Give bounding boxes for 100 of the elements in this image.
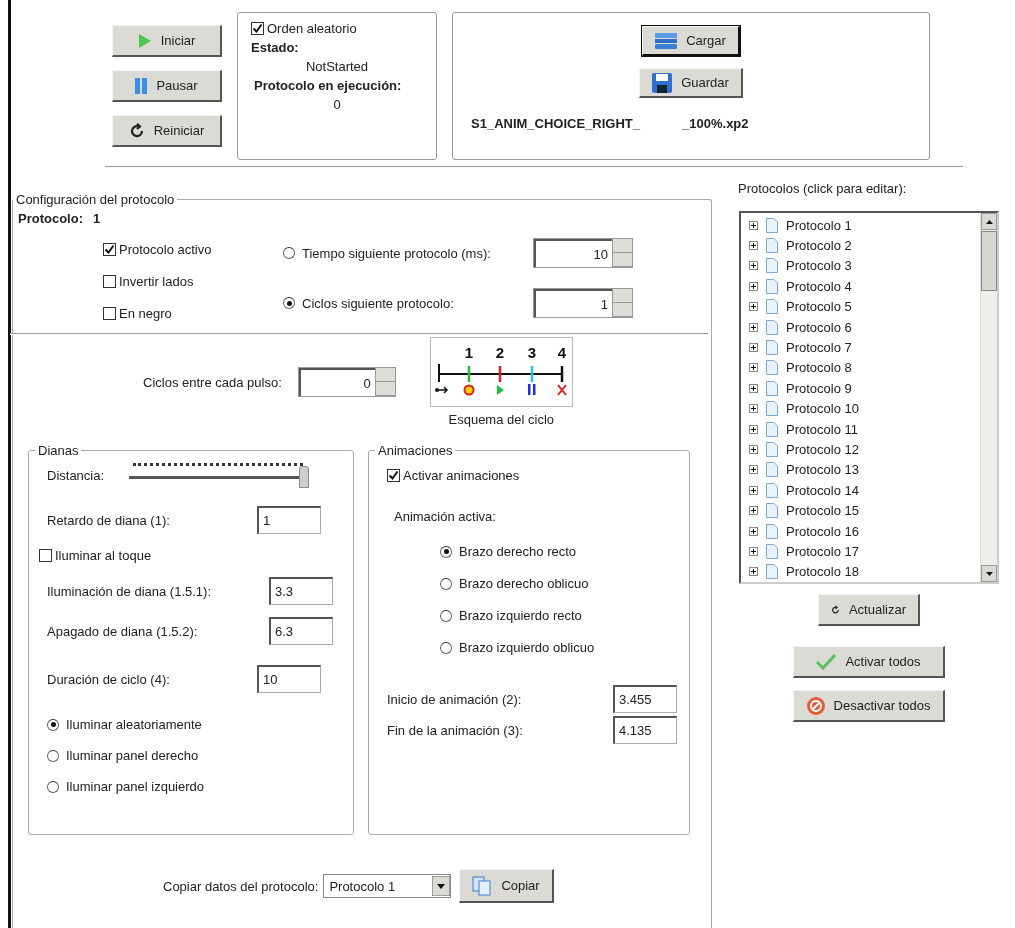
check-icon	[816, 653, 837, 670]
expand-icon[interactable]	[749, 567, 758, 577]
number-field[interactable]: 6.3	[269, 617, 333, 645]
tree-item[interactable]: Protocolo 15	[749, 500, 980, 521]
play-icon	[137, 32, 152, 49]
save-button[interactable]: Guardar	[639, 68, 743, 98]
checkbox[interactable]	[387, 469, 400, 482]
expand-icon[interactable]	[749, 526, 758, 536]
protocol-dropdown[interactable]: Protocolo 1	[323, 874, 452, 898]
radio-button[interactable]	[440, 609, 452, 622]
tree-item[interactable]: Protocolo 8	[749, 357, 980, 379]
scrollbar[interactable]	[980, 213, 997, 582]
number-field[interactable]: 3.3	[269, 577, 333, 605]
radio-button[interactable]	[440, 545, 452, 558]
radio-option[interactable]: Iluminar aleatoriamente	[47, 717, 353, 732]
load-button[interactable]: Cargar	[642, 26, 740, 56]
option-checkbox[interactable]: Invertir lados	[103, 274, 283, 289]
tree-item[interactable]: Protocolo 17	[749, 541, 980, 562]
scroll-up-button[interactable]	[981, 213, 997, 230]
tree-item[interactable]: Protocolo 16	[749, 520, 980, 542]
expand-icon[interactable]	[749, 485, 758, 495]
scroll-down-button[interactable]	[981, 565, 997, 582]
radio-option[interactable]: Brazo derecho recto	[440, 544, 689, 559]
document-icon	[766, 360, 778, 376]
expand-icon[interactable]	[749, 445, 758, 454]
document-icon	[766, 238, 778, 254]
expand-icon[interactable]	[749, 281, 758, 291]
pause-button[interactable]: Pausar	[112, 70, 222, 102]
radio-option[interactable]: Iluminar panel derecho	[47, 748, 353, 763]
radio-button[interactable]	[283, 297, 295, 309]
expand-icon[interactable]	[749, 546, 758, 556]
expand-icon[interactable]	[749, 424, 758, 434]
checkbox[interactable]	[103, 243, 116, 256]
tree-item[interactable]: Protocolo 4	[749, 276, 980, 297]
forbidden-icon	[806, 696, 825, 715]
radio-option[interactable]: Brazo derecho oblicuo	[440, 576, 689, 591]
option-checkbox[interactable]: En negro	[103, 306, 283, 321]
expand-icon[interactable]	[749, 241, 758, 251]
option-checkbox[interactable]: Iluminar al toque	[39, 548, 353, 563]
expand-icon[interactable]	[749, 506, 758, 516]
checkbox[interactable]	[103, 307, 116, 320]
expand-icon[interactable]	[749, 302, 758, 312]
refresh-button[interactable]: Actualizar	[818, 594, 920, 626]
tree-item[interactable]: Protocolo 13	[749, 459, 980, 481]
tree-item[interactable]: Protocolo 6	[749, 316, 980, 338]
radio-option[interactable]: Ciclos siguiente protocolo:	[283, 295, 533, 311]
tree-item[interactable]: Protocolo 9	[749, 378, 980, 399]
expand-icon[interactable]	[749, 220, 758, 230]
tree-item[interactable]: Protocolo 2	[749, 235, 980, 256]
checkbox[interactable]	[103, 275, 116, 288]
document-icon	[766, 380, 778, 396]
expand-icon[interactable]	[749, 465, 758, 475]
expand-icon[interactable]	[749, 404, 758, 414]
tree-item[interactable]: Protocolo 14	[749, 480, 980, 501]
radio-button[interactable]	[47, 718, 59, 731]
radio-option[interactable]: Brazo izquierdo recto	[440, 608, 689, 623]
expand-icon[interactable]	[749, 363, 758, 373]
pause-icon	[135, 77, 148, 94]
file-name: S1_ANIM_CHOICE_RIGHT_	[471, 116, 641, 131]
number-field[interactable]: 1	[257, 506, 321, 534]
checkbox[interactable]	[251, 22, 264, 35]
pause-icon	[527, 384, 536, 395]
tree-item[interactable]: Protocolo 10	[749, 398, 980, 419]
expand-icon[interactable]	[749, 261, 758, 271]
number-field[interactable]: 10	[257, 665, 321, 693]
activate-all-button[interactable]: Activar todos	[793, 646, 945, 678]
random-order-checkbox[interactable]: Orden aleatorio	[251, 21, 436, 36]
start-button[interactable]: Iniciar	[112, 25, 222, 57]
radio-button[interactable]	[440, 641, 452, 654]
document-icon	[766, 442, 778, 457]
enable-animations-checkbox[interactable]: Activar animaciones	[387, 468, 689, 483]
checkbox[interactable]	[39, 549, 52, 562]
radio-button[interactable]	[47, 749, 59, 762]
tree-item[interactable]: Protocolo 3	[749, 255, 980, 277]
copy-button[interactable]: Copiar	[459, 869, 554, 903]
tree-item[interactable]: Protocolo 11	[749, 418, 980, 440]
number-field[interactable]: 3.455	[613, 685, 677, 713]
radio-button[interactable]	[47, 780, 59, 793]
scroll-thumb[interactable]	[981, 231, 997, 291]
tree-item[interactable]: Protocolo 12	[749, 439, 980, 460]
tree-item[interactable]: Protocolo 5	[749, 296, 980, 317]
step-number: 4	[557, 344, 566, 361]
radio-button[interactable]	[283, 247, 295, 259]
number-field[interactable]: 4.135	[613, 716, 677, 744]
start-arrow-icon	[434, 386, 448, 394]
restart-button[interactable]: Reiniciar	[112, 115, 222, 147]
radio-option[interactable]: Tiempo siguiente protocolo (ms):	[283, 245, 533, 261]
radio-button[interactable]	[440, 577, 452, 590]
tree-item[interactable]: Protocolo 7	[749, 337, 980, 358]
option-checkbox[interactable]: Protocolo activo	[103, 242, 283, 257]
radio-option[interactable]: Brazo izquierdo oblicuo	[440, 640, 689, 655]
radio-option[interactable]: Iluminar panel izquierdo	[47, 779, 353, 794]
distance-slider[interactable]	[129, 462, 309, 488]
expand-icon[interactable]	[749, 343, 758, 353]
expand-icon[interactable]	[749, 322, 758, 332]
tree-item[interactable]: Protocolo 1	[749, 215, 980, 236]
tree-item[interactable]: Protocolo 18	[749, 561, 980, 583]
deactivate-all-button[interactable]: Desactivar todos	[793, 690, 945, 722]
expand-icon[interactable]	[749, 383, 758, 393]
slider-thumb[interactable]	[299, 466, 309, 488]
